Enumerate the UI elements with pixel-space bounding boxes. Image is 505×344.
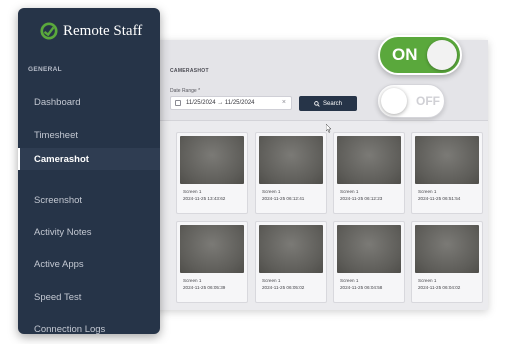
toggle-on-switch[interactable]: ON	[378, 35, 462, 75]
shot-screen-label: Screen 1	[262, 189, 281, 194]
shot-screen-label: Screen 1	[418, 278, 437, 283]
calendar-icon	[175, 100, 181, 106]
toggle-off-switch[interactable]: OFF	[377, 84, 445, 118]
camerashot-thumbnail[interactable]	[180, 225, 244, 273]
mouse-cursor-icon	[326, 124, 332, 133]
page-title: CAMERASHOT	[170, 68, 209, 74]
shot-timestamp: 2024-11-25 06:51:54	[418, 196, 461, 201]
date-range-input[interactable]: 11/25/2024 → 11/25/2024 ×	[170, 96, 292, 110]
shot-timestamp: 2024-11-25 06:05:39	[183, 285, 226, 290]
camerashot-thumbnail[interactable]	[415, 225, 479, 273]
sidebar-item-activity-notes[interactable]: Activity Notes	[18, 221, 160, 243]
sidebar-item-speed-test[interactable]: Speed Test	[18, 286, 160, 308]
shot-timestamp: 2024-11-25 06:04:02	[418, 285, 461, 290]
camerashot-thumbnail[interactable]	[259, 225, 323, 273]
search-button[interactable]: Search	[299, 96, 357, 111]
shot-timestamp: 2024-11-25 13:43:62	[183, 196, 226, 201]
sidebar-item-screenshot[interactable]: Screenshot	[18, 189, 160, 211]
shot-screen-label: Screen 1	[183, 189, 202, 194]
shot-screen-label: Screen 1	[262, 278, 281, 283]
shot-screen-label: Screen 1	[418, 189, 437, 194]
camerashot-panel: CAMERASHOT Date Range * 11/25/2024 → 11/…	[150, 40, 488, 310]
toggle-off-label: OFF	[416, 94, 440, 108]
shot-timestamp: 2024-11-25 06:12:23	[340, 196, 383, 201]
toggle-knob	[427, 40, 457, 70]
camerashot-card[interactable]: Screen 1 2024-11-25 06:12:23	[333, 132, 405, 214]
search-button-label: Search	[322, 100, 342, 107]
nav-group-label: GENERAL	[28, 66, 62, 73]
brand-logo[interactable]: Remote Staff	[40, 22, 142, 40]
close-icon[interactable]: ×	[282, 99, 286, 106]
camerashot-thumbnail[interactable]	[415, 136, 479, 184]
sidebar: Remote Staff GENERAL Dashboard Timesheet…	[18, 8, 160, 334]
camerashot-card[interactable]: Screen 1 2024-11-25 06:12:41	[255, 132, 327, 214]
shot-screen-label: Screen 1	[183, 278, 202, 283]
remote-staff-logo-icon	[40, 22, 58, 40]
camerashot-thumbnail[interactable]	[259, 136, 323, 184]
camerashot-thumbnail[interactable]	[337, 136, 401, 184]
toggle-knob	[381, 88, 407, 114]
camerashot-card[interactable]: Screen 1 2024-11-25 06:04:02	[411, 221, 483, 303]
camerashot-thumbnail[interactable]	[180, 136, 244, 184]
shot-screen-label: Screen 1	[340, 278, 359, 283]
date-range-value: 11/25/2024 → 11/25/2024	[186, 100, 255, 106]
sidebar-item-timesheet[interactable]: Timesheet	[18, 124, 160, 146]
camerashot-card[interactable]: Screen 1 2024-11-25 06:51:54	[411, 132, 483, 214]
camerashot-card[interactable]: Screen 1 2024-11-25 13:43:62	[176, 132, 248, 214]
shot-timestamp: 2024-11-25 06:05:02	[262, 285, 305, 290]
camerashot-thumbnail[interactable]	[337, 225, 401, 273]
shot-timestamp: 2024-11-25 06:04:58	[340, 285, 383, 290]
sidebar-item-camerashot[interactable]: Camerashot	[18, 148, 160, 170]
sidebar-item-active-apps[interactable]: Active Apps	[18, 253, 160, 275]
camerashot-card[interactable]: Screen 1 2024-11-25 06:05:39	[176, 221, 248, 303]
camerashot-card[interactable]: Screen 1 2024-11-25 06:04:58	[333, 221, 405, 303]
camerashot-card[interactable]: Screen 1 2024-11-25 06:05:02	[255, 221, 327, 303]
search-icon	[314, 100, 320, 107]
sidebar-item-dashboard[interactable]: Dashboard	[18, 91, 160, 113]
shot-screen-label: Screen 1	[340, 189, 359, 194]
shot-timestamp: 2024-11-25 06:12:41	[262, 196, 305, 201]
toggle-on-label: ON	[392, 45, 418, 64]
date-range-label: Date Range *	[170, 88, 201, 94]
sidebar-item-connection-logs[interactable]: Connection Logs	[18, 318, 160, 335]
brand-name: Remote Staff	[63, 22, 143, 39]
